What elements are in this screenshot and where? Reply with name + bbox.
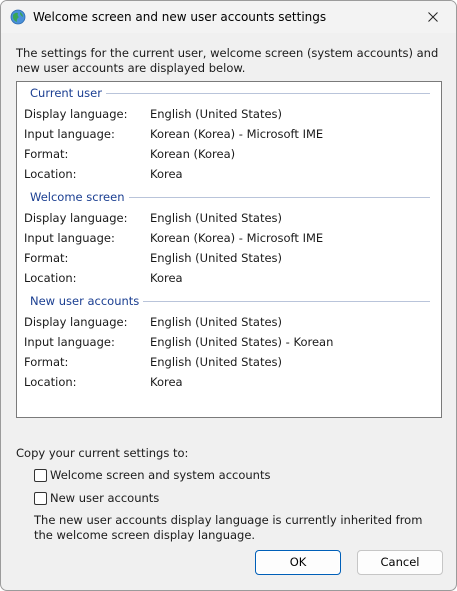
ok-button[interactable]: OK <box>255 550 341 575</box>
settings-panel: Current user Display language: English (… <box>16 81 442 418</box>
row-label: Location: <box>24 167 77 181</box>
title-bar[interactable]: Welcome screen and new user accounts set… <box>1 1 456 33</box>
row-label: Format: <box>24 355 69 369</box>
row-value: Korean (Korea) <box>150 147 236 161</box>
intro-text: The settings for the current user, welco… <box>16 46 439 75</box>
new-user-accounts-checkbox[interactable] <box>34 492 47 505</box>
row-label: Display language: <box>24 315 128 329</box>
row-label: Input language: <box>24 127 115 141</box>
row-value: English (United States) <box>150 107 283 121</box>
cancel-button[interactable]: Cancel <box>357 550 443 575</box>
row-label: Location: <box>24 375 77 389</box>
row-value: English (United States) <box>150 355 283 369</box>
row-value: Korea <box>150 375 183 389</box>
row-label: Input language: <box>24 231 115 245</box>
row-label: Display language: <box>24 107 128 121</box>
group-header-new-user-accounts: New user accounts <box>30 294 430 308</box>
row-label: Location: <box>24 271 77 285</box>
row-value: English (United States) <box>150 251 283 265</box>
inheritance-note: The new user accounts display language i… <box>34 513 423 542</box>
group-header-current-user: Current user <box>30 86 430 100</box>
checkbox-label[interactable]: New user accounts <box>50 491 159 505</box>
group-title: Current user <box>30 86 106 100</box>
row-value: English (United States) - Korean <box>150 335 334 349</box>
window-title: Welcome screen and new user accounts set… <box>33 10 327 24</box>
row-label: Format: <box>24 251 69 265</box>
welcome-screen-checkbox[interactable] <box>34 469 47 482</box>
row-value: Korea <box>150 271 183 285</box>
group-title: New user accounts <box>30 294 144 308</box>
row-label: Input language: <box>24 335 115 349</box>
copy-settings-label: Copy your current settings to: <box>16 446 189 460</box>
group-title: Welcome screen <box>30 190 129 204</box>
row-value: English (United States) <box>150 211 283 225</box>
row-value: Korean (Korea) - Microsoft IME <box>150 127 324 141</box>
dialog-window: Welcome screen and new user accounts set… <box>0 0 457 591</box>
row-value: English (United States) <box>150 315 283 329</box>
close-icon <box>428 12 438 22</box>
checkbox-label[interactable]: Welcome screen and system accounts <box>50 468 270 482</box>
row-value: Korea <box>150 167 183 181</box>
row-label: Format: <box>24 147 69 161</box>
close-button[interactable] <box>410 1 456 33</box>
globe-icon <box>10 9 26 25</box>
group-header-welcome-screen: Welcome screen <box>30 190 430 204</box>
row-label: Display language: <box>24 211 128 225</box>
row-value: Korean (Korea) - Microsoft IME <box>150 231 324 245</box>
